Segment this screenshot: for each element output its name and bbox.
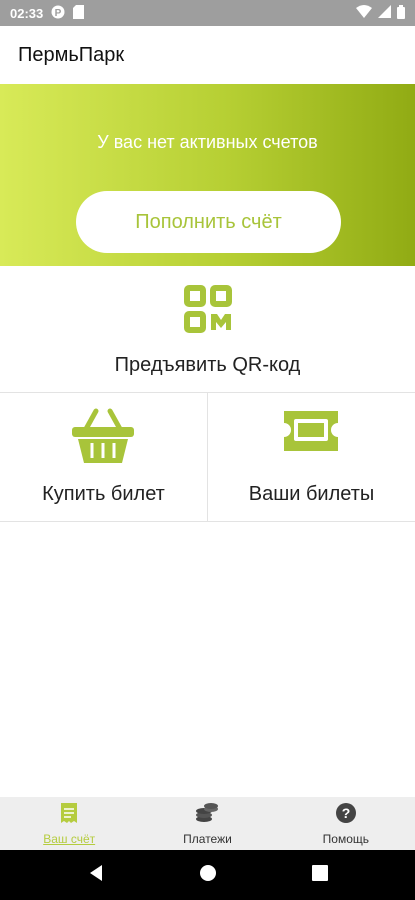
your-tickets-label: Ваши билеты [248, 483, 375, 505]
nav-payments[interactable]: Платежи [138, 797, 276, 850]
app-bar: ПермьПарк [0, 26, 415, 84]
no-accounts-message: У вас нет активных счетов [97, 132, 318, 152]
bottom-nav: Ваш счёт Платежи ? Помощь [0, 797, 415, 850]
signal-icon [378, 5, 391, 21]
status-bar: 02:33 P [0, 0, 415, 26]
your-tickets-tile[interactable]: Ваши билеты [208, 393, 415, 522]
back-icon[interactable] [88, 864, 104, 887]
status-time: 02:33 [10, 5, 44, 21]
nav-your-account[interactable]: Ваш счёт [0, 797, 138, 850]
receipt-icon [61, 803, 78, 828]
qr-code-icon [183, 284, 233, 339]
svg-text:P: P [55, 8, 62, 19]
app-title: ПермьПарк [18, 43, 125, 66]
nav-your-account-label: Ваш счёт [43, 832, 96, 846]
top-up-button[interactable]: Пополнить счёт [76, 191, 341, 253]
nav-help-label: Помощь [322, 832, 369, 846]
help-icon: ? [335, 803, 356, 828]
battery-icon [397, 4, 405, 22]
buy-ticket-label: Купить билет [42, 483, 165, 505]
account-banner: У вас нет активных счетов Пополнить счёт [0, 84, 415, 266]
home-icon[interactable] [199, 864, 217, 887]
show-qr-label: Предъявить QR-код [114, 354, 301, 376]
svg-text:?: ? [342, 805, 351, 821]
basket-icon [70, 407, 136, 470]
system-nav-bar [0, 850, 415, 900]
p-circle-icon: P [51, 5, 65, 22]
show-qr-tile[interactable]: Предъявить QR-код [0, 266, 415, 393]
ticket-icon [280, 407, 342, 460]
buy-ticket-tile[interactable]: Купить билет [0, 393, 208, 522]
coins-icon [195, 803, 219, 828]
nav-payments-label: Платежи [183, 832, 232, 846]
sd-card-icon [73, 4, 85, 22]
nav-help[interactable]: ? Помощь [277, 797, 415, 850]
recents-icon[interactable] [311, 864, 328, 886]
wifi-icon [356, 5, 372, 21]
